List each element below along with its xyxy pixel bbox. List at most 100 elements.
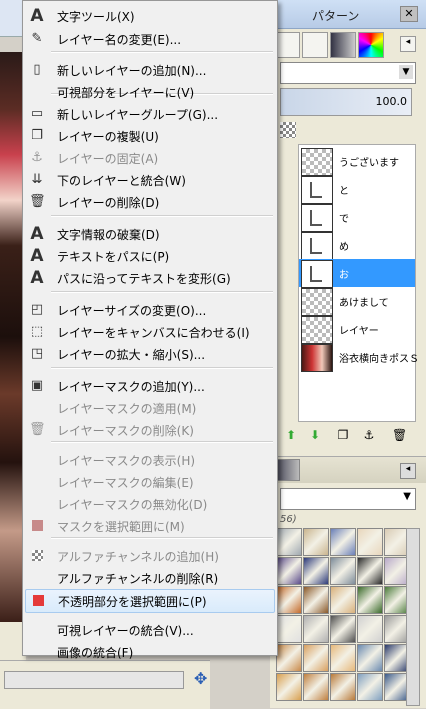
- pattern-swatch[interactable]: [357, 673, 383, 701]
- dock-menu-icon[interactable]: ◂: [400, 36, 416, 52]
- menu-item[interactable]: 可視レイヤーの統合(V)...: [25, 619, 275, 641]
- pattern-swatch[interactable]: [303, 557, 329, 585]
- pattern-swatch[interactable]: [357, 557, 383, 585]
- colors-tab-icon[interactable]: [358, 32, 384, 58]
- layer-row[interactable]: と: [299, 175, 415, 204]
- menu-item[interactable]: 不透明部分を選択範囲に(P): [25, 589, 275, 613]
- new-layer-icon: ▯: [33, 62, 41, 77]
- undo-history-tab-icon[interactable]: [302, 32, 328, 58]
- pattern-swatch[interactable]: [303, 615, 329, 643]
- pattern-swatch[interactable]: [303, 586, 329, 614]
- menu-item-label: 下のレイヤーと統合(W): [57, 174, 186, 188]
- menu-item[interactable]: ▯ 新しいレイヤーの追加(N)...: [25, 59, 275, 81]
- menu-item-label: アルファチャンネルの追加(H): [57, 550, 219, 564]
- pattern-swatch[interactable]: [330, 644, 356, 672]
- menu-separator: [51, 291, 273, 293]
- pattern-swatch[interactable]: [276, 615, 302, 643]
- pattern-grid: [276, 528, 410, 704]
- menu-item[interactable]: ❐ レイヤーの複製(U): [25, 125, 275, 147]
- alpha-to-selection-icon: [30, 593, 46, 609]
- pattern-swatch[interactable]: [276, 644, 302, 672]
- menu-item-label: 文字ツール(X): [57, 10, 135, 24]
- menu-item[interactable]: A テキストをパスに(P): [25, 245, 275, 267]
- layer-row[interactable]: あけまして: [299, 287, 415, 316]
- menu-item-label: 可視部分をレイヤーに(V): [57, 86, 195, 100]
- anchor-layer-icon[interactable]: ⚓: [362, 428, 376, 442]
- pattern-swatch[interactable]: [303, 644, 329, 672]
- pattern-swatch[interactable]: [276, 673, 302, 701]
- text-tool-icon: A: [30, 6, 44, 26]
- pattern-swatch[interactable]: [303, 673, 329, 701]
- menu-item[interactable]: 🗑 レイヤーの削除(D): [25, 191, 275, 213]
- dock-menu-icon[interactable]: ◂: [400, 463, 416, 479]
- layer-thumbnail: [301, 316, 333, 344]
- layer-row[interactable]: お: [299, 259, 415, 288]
- folder-icon: ▭: [30, 106, 44, 121]
- pattern-swatch[interactable]: [357, 586, 383, 614]
- dock-titlebar: パターン ✕: [270, 0, 426, 29]
- pattern-swatch[interactable]: [357, 644, 383, 672]
- pattern-swatch[interactable]: [330, 673, 356, 701]
- canvas-bottom-bar: ✥: [0, 660, 210, 709]
- menu-item[interactable]: A 文字ツール(X): [25, 5, 275, 27]
- menu-item: レイヤーマスクの表示(H): [25, 449, 275, 471]
- menu-item[interactable]: ◳ レイヤーの拡大・縮小(S)...: [25, 343, 275, 365]
- menu-item[interactable]: A 文字情報の破棄(D): [25, 223, 275, 245]
- menu-item[interactable]: ✎ レイヤー名の変更(E)...: [25, 28, 275, 50]
- pattern-swatch[interactable]: [330, 557, 356, 585]
- delete-layer-icon[interactable]: 🗑: [392, 428, 407, 442]
- layer-row[interactable]: 浴衣横向きポスＳ: [299, 343, 419, 372]
- menu-item[interactable]: アルファチャンネルの削除(R): [25, 567, 275, 589]
- menu-item-label: レイヤーマスクの適用(M): [57, 402, 197, 416]
- pattern-swatch[interactable]: [330, 528, 356, 556]
- pattern-category-select[interactable]: ▼: [280, 488, 416, 510]
- layer-thumbnail: [301, 176, 333, 204]
- menu-item[interactable]: A パスに沿ってテキストを変形(G): [25, 267, 275, 289]
- menu-item[interactable]: ⇊ 下のレイヤーと統合(W): [25, 169, 275, 191]
- menu-item-label: レイヤー名の変更(E)...: [57, 33, 182, 47]
- layer-mode-select[interactable]: ▼: [280, 62, 416, 84]
- close-icon[interactable]: ✕: [400, 6, 418, 22]
- menu-item-label: レイヤーマスクの編集(E): [57, 476, 194, 490]
- layer-row[interactable]: で: [299, 203, 415, 232]
- pattern-swatch[interactable]: [276, 557, 302, 585]
- menu-item[interactable]: ▭ 新しいレイヤーグループ(G)...: [25, 103, 275, 125]
- delete-mask-icon: 🗑: [29, 422, 46, 437]
- duplicate-layer-icon[interactable]: ❐: [336, 428, 350, 442]
- menu-item: アルファチャンネルの追加(H): [25, 545, 275, 567]
- layer-thumbnail: [301, 148, 333, 176]
- dock-title: パターン: [312, 9, 360, 23]
- gradient-tab-icon[interactable]: [330, 32, 356, 58]
- menu-item-label: レイヤーをキャンバスに合わせる(I): [57, 326, 250, 340]
- menu-item[interactable]: ◰ レイヤーサイズの変更(O)...: [25, 299, 275, 321]
- layer-thumbnail: [301, 204, 333, 232]
- opacity-slider[interactable]: 100.0: [280, 88, 412, 116]
- lock-alpha-icon[interactable]: [280, 122, 296, 138]
- menu-item[interactable]: ⬚ レイヤーをキャンバスに合わせる(I): [25, 321, 275, 343]
- layer-row[interactable]: め: [299, 231, 415, 260]
- layer-size-icon: ◰: [30, 302, 44, 317]
- menu-item-label: 可視レイヤーの統合(V)...: [57, 624, 194, 638]
- menu-item[interactable]: 画像の統合(F): [25, 641, 275, 663]
- menu-item: マスクを選択範囲に(M): [25, 515, 275, 537]
- add-mask-icon: ▣: [30, 378, 44, 393]
- pattern-swatch[interactable]: [330, 586, 356, 614]
- navigate-icon[interactable]: ✥: [194, 669, 207, 688]
- menu-item[interactable]: 可視部分をレイヤーに(V): [25, 81, 275, 103]
- pattern-swatch[interactable]: [276, 586, 302, 614]
- pattern-swatch[interactable]: [303, 528, 329, 556]
- lower-layer-icon[interactable]: ⬇: [308, 428, 322, 442]
- layer-row[interactable]: うございます: [299, 147, 415, 176]
- raise-layer-icon[interactable]: ⬆: [284, 428, 298, 442]
- menu-item-label: レイヤーの複製(U): [57, 130, 159, 144]
- pattern-swatch[interactable]: [357, 528, 383, 556]
- pattern-swatch[interactable]: [330, 615, 356, 643]
- horizontal-scrollbar[interactable]: [4, 671, 184, 689]
- layer-row[interactable]: レイヤー: [299, 315, 415, 344]
- pattern-swatch[interactable]: [276, 528, 302, 556]
- layer-thumbnail: [301, 232, 333, 260]
- pattern-swatch[interactable]: [357, 615, 383, 643]
- patterns-scrollbar[interactable]: [406, 528, 420, 706]
- menu-item[interactable]: ▣ レイヤーマスクの追加(Y)...: [25, 375, 275, 397]
- menu-item-label: レイヤーの拡大・縮小(S)...: [57, 348, 206, 362]
